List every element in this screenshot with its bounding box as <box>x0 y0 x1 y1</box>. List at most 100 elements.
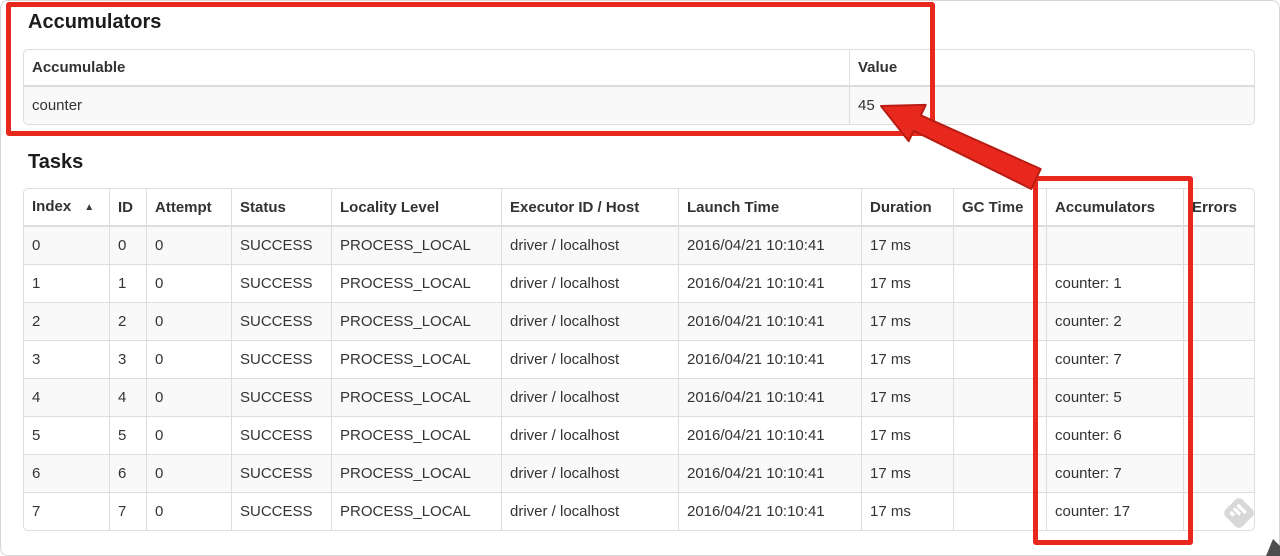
table-cell: 0 <box>109 227 146 264</box>
header-row: Accumulable Value <box>24 50 1254 87</box>
table-cell <box>1046 227 1183 264</box>
col-header-index-label: Index <box>32 198 72 215</box>
table-cell: PROCESS_LOCAL <box>331 227 501 264</box>
tasks-section-title: Tasks <box>28 151 84 173</box>
table-cell: SUCCESS <box>231 264 331 302</box>
col-header-status[interactable]: Status <box>231 189 331 227</box>
table-cell: SUCCESS <box>231 227 331 264</box>
accumulators-table-head: Accumulable Value <box>24 50 1254 87</box>
table-cell: 2 <box>109 302 146 340</box>
table-row: 0 0 0 SUCCESS PROCESS_LOCAL driver / localhos… <box>24 227 1254 264</box>
table-cell: 2016/04/21 10:10:41 <box>678 340 861 378</box>
table-cell: driver / localhost <box>501 340 678 378</box>
table-cell: 45 <box>849 87 1254 124</box>
col-header-launch-time[interactable]: Launch Time <box>678 189 861 227</box>
table-cell: 7 <box>109 492 146 530</box>
table-cell: 5 <box>109 416 146 454</box>
table-cell: 17 ms <box>861 454 953 492</box>
table-cell: counter: 6 <box>1046 416 1183 454</box>
table-cell: SUCCESS <box>231 302 331 340</box>
table-cell: PROCESS_LOCAL <box>331 302 501 340</box>
table-cell: 0 <box>146 378 231 416</box>
table-cell: counter: 2 <box>1046 302 1183 340</box>
table-cell: 0 <box>146 454 231 492</box>
col-header-errors[interactable]: Errors <box>1183 189 1254 227</box>
cursor-icon <box>1266 539 1280 556</box>
table-cell: 2016/04/21 10:10:41 <box>678 492 861 530</box>
sort-ascending-icon: ▲ <box>84 202 95 213</box>
table-cell: driver / localhost <box>501 454 678 492</box>
table-cell <box>953 416 1046 454</box>
table-cell: counter: 5 <box>1046 378 1183 416</box>
table-cell: 0 <box>32 237 41 254</box>
table-cell: 1 <box>109 264 146 302</box>
col-header-gc-time[interactable]: GC Time <box>953 189 1046 227</box>
table-cell: 4 <box>109 378 146 416</box>
table-cell: SUCCESS <box>231 492 331 530</box>
table-cell: 3 <box>24 340 109 378</box>
table-cell: 17 ms <box>861 340 953 378</box>
table-cell: counter: 7 <box>1046 340 1183 378</box>
table-cell: driver / localhost <box>501 378 678 416</box>
table-cell <box>1183 302 1254 340</box>
table-cell: 4 <box>24 378 109 416</box>
table-cell: 0 <box>146 227 231 264</box>
col-header-duration[interactable]: Duration <box>861 189 953 227</box>
tasks-table-body: 0 0 0 SUCCESS PROCESS_LOCAL driver / localhos… <box>24 227 1254 530</box>
col-header-attempt[interactable]: Attempt <box>146 189 231 227</box>
table-cell: driver / localhost <box>501 227 678 264</box>
table-cell: 2016/04/21 10:10:41 <box>678 454 861 492</box>
table-cell: 2016/04/21 10:10:41 <box>678 378 861 416</box>
table-cell <box>953 492 1046 530</box>
table-cell: SUCCESS <box>231 454 331 492</box>
table-cell: counter <box>32 97 83 114</box>
table-row: 4 4 0 SUCCESS PROCESS_LOCAL driver / localhos… <box>24 378 1254 416</box>
table-cell: 0 <box>146 340 231 378</box>
table-cell: 5 <box>24 416 109 454</box>
table-row: 2 2 0 SUCCESS PROCESS_LOCAL driver / localhos… <box>24 302 1254 340</box>
table-cell: 0 <box>146 492 231 530</box>
table-cell: 6 <box>109 454 146 492</box>
table-cell: 2 <box>24 302 109 340</box>
table-row: 3 3 0 SUCCESS PROCESS_LOCAL driver / localhos… <box>24 340 1254 378</box>
table-cell <box>953 378 1046 416</box>
table-cell: SUCCESS <box>231 340 331 378</box>
table-row: 6 6 0 SUCCESS PROCESS_LOCAL driver / localhos… <box>24 454 1254 492</box>
table-cell: driver / localhost <box>501 302 678 340</box>
col-header-accumulable[interactable]: Accumulable <box>24 50 849 87</box>
table-cell: 17 ms <box>861 378 953 416</box>
table-cell: 0 <box>146 264 231 302</box>
table-cell <box>1183 227 1254 264</box>
table-cell: 2016/04/21 10:10:41 <box>678 264 861 302</box>
col-header-id[interactable]: ID <box>109 189 146 227</box>
col-header-value[interactable]: Value <box>849 50 1254 87</box>
col-header-locality-level[interactable]: Locality Level <box>331 189 501 227</box>
header-row: Index ▲ ID Attempt Status Locality Level … <box>24 189 1254 227</box>
table-row: 5 5 0 SUCCESS PROCESS_LOCAL driver / localhos… <box>24 416 1254 454</box>
accumulators-table: Accumulable Value counter 45 <box>23 49 1255 125</box>
col-header-accumulators[interactable]: Accumulators <box>1046 189 1183 227</box>
table-cell: PROCESS_LOCAL <box>331 264 501 302</box>
table-cell: SUCCESS <box>231 378 331 416</box>
table-cell: PROCESS_LOCAL <box>331 416 501 454</box>
table-cell: driver / localhost <box>501 492 678 530</box>
page-content: Accumulators Accumulable Value counter 45… <box>23 0 1255 531</box>
accumulators-table-body: counter 45 <box>24 87 1254 124</box>
col-header-index[interactable]: Index ▲ <box>24 189 109 227</box>
col-header-executor-id-host[interactable]: Executor ID / Host <box>501 189 678 227</box>
table-cell: driver / localhost <box>501 416 678 454</box>
table-cell <box>1183 416 1254 454</box>
table-cell: PROCESS_LOCAL <box>331 492 501 530</box>
table-row: 1 1 0 SUCCESS PROCESS_LOCAL driver / localhos… <box>24 264 1254 302</box>
table-cell: counter: 17 <box>1046 492 1183 530</box>
table-cell: counter: 7 <box>1046 454 1183 492</box>
table-cell: SUCCESS <box>231 416 331 454</box>
table-cell <box>953 227 1046 264</box>
table-cell <box>1183 378 1254 416</box>
table-cell: 17 ms <box>861 492 953 530</box>
table-cell: 6 <box>24 454 109 492</box>
tasks-table-head: Index ▲ ID Attempt Status Locality Level … <box>24 189 1254 227</box>
table-cell <box>953 302 1046 340</box>
table-cell: 17 ms <box>861 264 953 302</box>
table-cell: PROCESS_LOCAL <box>331 378 501 416</box>
